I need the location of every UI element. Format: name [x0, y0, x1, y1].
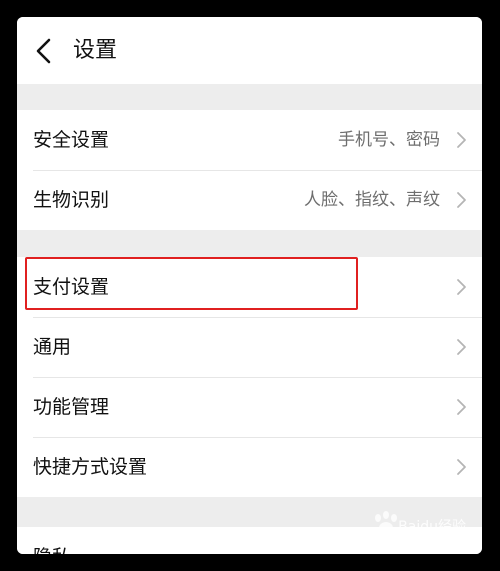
settings-item-label: 生物识别 [33, 189, 110, 211]
watermark-brand: Baidu经验 [398, 519, 466, 535]
settings-item-label: 快捷方式设置 [33, 456, 148, 478]
settings-group-security: 安全设置 手机号、密码 生物识别 人脸、指纹、声纹 [17, 110, 482, 230]
settings-item-value: 人脸、指纹、声纹 [304, 190, 440, 210]
settings-item-payment[interactable]: 支付设置 [17, 257, 482, 317]
top-bar: 设置 [17, 17, 482, 84]
chevron-right-icon [457, 132, 466, 148]
settings-item-feature-management[interactable]: 功能管理 [17, 377, 482, 437]
settings-item-shortcuts[interactable]: 快捷方式设置 [17, 437, 482, 497]
settings-item-label: 支付设置 [33, 276, 110, 298]
settings-item-general[interactable]: 通用 [17, 317, 482, 377]
settings-item-security[interactable]: 安全设置 手机号、密码 [17, 110, 482, 170]
settings-item-label: 隐私 [33, 542, 71, 554]
page-title: 设置 [73, 38, 118, 63]
chevron-right-icon [457, 192, 466, 208]
settings-item-label: 功能管理 [33, 396, 110, 418]
settings-item-value: 手机号、密码 [338, 130, 440, 150]
settings-item-label: 通用 [33, 336, 72, 358]
settings-item-label: 安全设置 [33, 129, 110, 151]
watermark-url: jingyan.baidu.com [366, 539, 468, 552]
chevron-right-icon [457, 459, 466, 475]
settings-group-general: 支付设置 通用 功能管理 快捷方式设置 [17, 257, 482, 497]
chevron-right-icon [457, 339, 466, 355]
settings-screen: 设置 安全设置 手机号、密码 生物识别 人脸、指纹、声纹 支付设置 通用 功能管… [17, 17, 482, 554]
chevron-right-icon [457, 279, 466, 295]
settings-item-biometrics[interactable]: 生物识别 人脸、指纹、声纹 [17, 170, 482, 230]
back-chevron-left-icon[interactable] [32, 37, 56, 65]
baidu-jingyan-watermark: Baidu经验 jingyan.baidu.com [354, 511, 474, 552]
chevron-right-icon [457, 399, 466, 415]
